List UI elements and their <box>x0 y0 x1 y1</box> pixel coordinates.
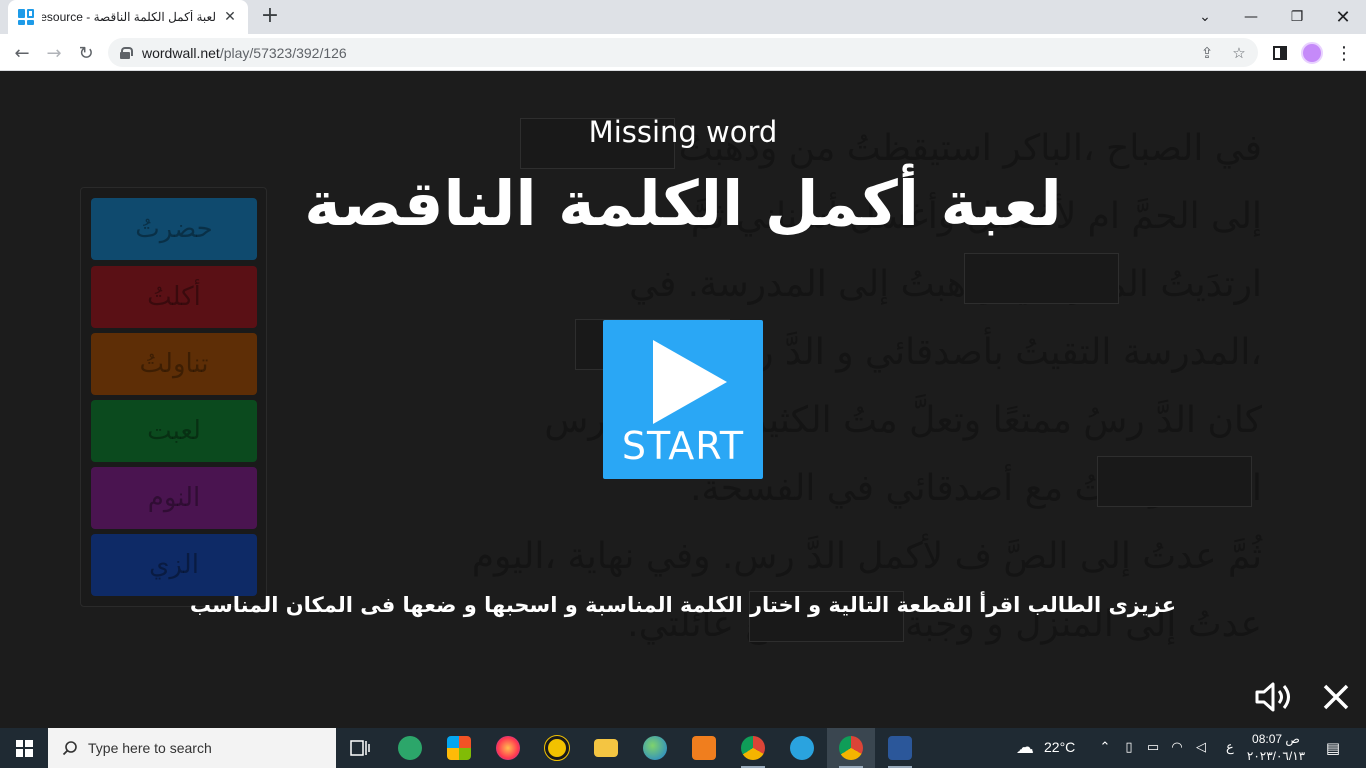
word-tile[interactable]: تناولتُ <box>91 333 257 395</box>
lock-icon <box>120 46 133 59</box>
word-tile[interactable]: النوم <box>91 467 257 529</box>
url-path: /play/57323/392/126 <box>219 44 347 61</box>
menu-kebab-icon[interactable]: ⋮ <box>1330 39 1358 67</box>
browser-toolbar: ← → ↻ wordwall.net/play/57323/392/126 ⇪ … <box>0 34 1366 71</box>
input-language[interactable]: ع <box>1226 739 1234 755</box>
answer-blank[interactable] <box>964 253 1119 304</box>
search-icon <box>62 741 77 756</box>
passage-line: ثُمَّ عدتُ إلى الصَّ ف لأكمل الدَّ رس. و… <box>471 536 1262 577</box>
tab-search-icon[interactable]: ⌄ <box>1182 0 1228 34</box>
task-view-icon[interactable] <box>336 728 384 768</box>
tab-strip: لعبة أكمل الكلمة الناقصة - Resource ✕ + … <box>0 0 1366 34</box>
battery-icon[interactable]: ▭ <box>1144 739 1162 757</box>
word-tile[interactable]: الزي <box>91 534 257 596</box>
word-tile[interactable]: لعبت <box>91 400 257 462</box>
wifi-icon[interactable]: ◠ <box>1168 739 1186 757</box>
side-panel-icon[interactable] <box>1266 39 1294 67</box>
close-game-icon[interactable] <box>1316 677 1356 717</box>
app-icon-orange[interactable] <box>680 728 728 768</box>
app-icon-triangle[interactable] <box>533 728 581 768</box>
windows-start-button[interactable] <box>0 728 48 768</box>
taskbar-search[interactable]: Type here to search <box>48 728 336 768</box>
passage-line: ،المدرسة التقيتُ بأصدقائي و الدَّ رس. <box>700 332 1262 373</box>
firefox-icon[interactable] <box>484 728 532 768</box>
chrome-active-icon[interactable] <box>827 728 875 768</box>
play-icon <box>653 340 727 424</box>
template-name: Missing word <box>588 115 778 149</box>
microsoft-store-icon[interactable] <box>435 728 483 768</box>
file-explorer-icon[interactable] <box>582 728 630 768</box>
url-domain: wordwall.net <box>142 44 220 61</box>
chevron-up-icon[interactable]: ⌃ <box>1096 739 1114 757</box>
tray-device-icon[interactable]: ▯ <box>1120 739 1138 757</box>
forward-arrow-icon[interactable]: → <box>40 39 68 67</box>
game-stage: في الصباح ،الباكر استيقظتُ من وذهبتُ إلى… <box>0 71 1366 728</box>
passage-line: كان الدَّ رسُ ممتعًا وتعلَّ متُ الكثير. … <box>544 400 1262 441</box>
tab-active[interactable]: لعبة أكمل الكلمة الناقصة - Resource ✕ <box>8 0 248 34</box>
chrome-icon[interactable] <box>729 728 777 768</box>
app-icon-globe[interactable] <box>631 728 679 768</box>
reload-icon[interactable]: ↻ <box>72 39 100 67</box>
tab-title: لعبة أكمل الكلمة الناقصة - Resource <box>42 10 216 24</box>
notifications-icon[interactable]: ▤ <box>1324 739 1342 757</box>
bookmark-star-icon[interactable]: ☆ <box>1230 44 1248 62</box>
start-button[interactable]: START <box>603 320 763 479</box>
taskbar: Type here to search ☁ 22°C ⌃ ▯ ▭ ◠ ◁ ع 0… <box>0 728 1366 768</box>
activity-title: لعبة أكمل الكلمة الناقصة <box>304 167 1062 240</box>
app-icon-browser-2[interactable] <box>386 728 434 768</box>
search-placeholder: Type here to search <box>88 740 212 756</box>
tab-close-icon[interactable]: ✕ <box>222 9 238 25</box>
back-arrow-icon[interactable]: ← <box>8 39 36 67</box>
start-label: START <box>621 424 745 468</box>
address-bar[interactable]: wordwall.net/play/57323/392/126 ⇪ ☆ <box>108 38 1258 67</box>
weather-temp[interactable]: 22°C <box>1044 739 1075 755</box>
sound-icon[interactable] <box>1254 677 1294 717</box>
volume-icon[interactable]: ◁ <box>1192 739 1210 757</box>
share-icon[interactable]: ⇪ <box>1198 44 1216 62</box>
restore-button[interactable]: ❐ <box>1274 0 1320 34</box>
word-tile[interactable]: أكلتُ <box>91 266 257 328</box>
url-text[interactable]: wordwall.net/play/57323/392/126 <box>142 45 347 61</box>
new-tab-button[interactable]: + <box>258 5 282 29</box>
telegram-icon[interactable] <box>778 728 826 768</box>
instructions-text: عزيزى الطالب اقرأ القطعة التالية و اختار… <box>189 593 1177 617</box>
weather-icon[interactable]: ☁ <box>1013 736 1037 760</box>
word-icon[interactable] <box>876 728 924 768</box>
windows-logo-icon <box>15 739 33 757</box>
close-window-button[interactable]: ✕ <box>1320 0 1366 34</box>
minimize-button[interactable]: — <box>1228 0 1274 34</box>
wordwall-favicon-icon <box>18 9 34 25</box>
word-bank: حضرتُ أكلتُ تناولتُ لعبت النوم الزي <box>80 187 267 607</box>
profile-avatar[interactable] <box>1298 39 1326 67</box>
clock-date[interactable]: ٢٠٢٣/٠٦/١٣ <box>1244 749 1308 763</box>
clock-time[interactable]: 08:07 ص <box>1244 732 1308 746</box>
answer-blank[interactable] <box>1097 456 1252 507</box>
